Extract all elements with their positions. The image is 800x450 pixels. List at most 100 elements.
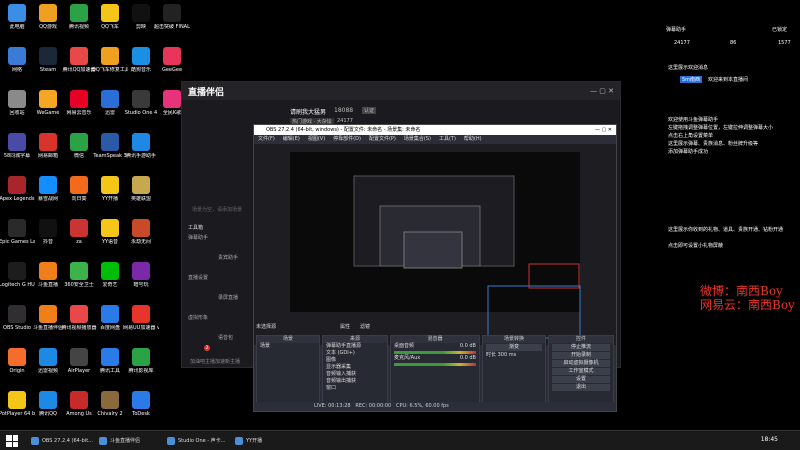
app-icon bbox=[8, 262, 26, 280]
app-icon bbox=[8, 133, 26, 151]
tool-item[interactable]: 虚拟形象 bbox=[188, 314, 252, 321]
source-item[interactable]: 窗口 bbox=[323, 385, 387, 392]
obs-window-controls[interactable]: — ▢ ✕ bbox=[595, 125, 612, 135]
zhibo-logo: 直播伴侣 bbox=[188, 87, 225, 98]
obs-menu-item[interactable]: 工具(T) bbox=[439, 136, 456, 142]
desktop-icon[interactable]: 腾讯手游助手 bbox=[123, 131, 159, 169]
app-icon bbox=[39, 90, 57, 108]
obs-menu-item[interactable]: 配置文件(P) bbox=[369, 136, 396, 142]
welcome-text: 欢迎来到本直播间 bbox=[708, 77, 749, 83]
app-icon bbox=[163, 4, 181, 22]
control-button[interactable]: 开始录制 bbox=[552, 352, 610, 359]
source-item[interactable]: 显示器采集 bbox=[323, 364, 387, 371]
obs-menubar: 文件(F) 编辑(E) 视图(V) 停靠部件(D) 配置文件(P) 场景集合(S) 工具(T… bbox=[254, 135, 616, 144]
app-icon bbox=[39, 47, 57, 65]
gift-hint-2: 点击即可设置小礼物屏蔽 bbox=[668, 243, 724, 249]
control-button[interactable]: 退出 bbox=[552, 384, 610, 391]
stat-a: 24177 bbox=[674, 40, 690, 46]
app-icon bbox=[39, 219, 57, 237]
netease-watermark: 网易云：南西Boy bbox=[700, 298, 795, 312]
props-button[interactable]: 属性 bbox=[340, 323, 350, 330]
status-rec: REC: 00:00:00 bbox=[355, 403, 392, 409]
desktop-icon[interactable]: GeeGee bbox=[154, 45, 190, 83]
desktop-icon[interactable]: 网易UU加速器 v3.2.0 bbox=[123, 303, 159, 341]
mixer-track-desktop: 桌面音频 0.0 dB bbox=[394, 343, 476, 349]
room-title[interactable]: 请刷我大猛男 bbox=[290, 107, 326, 116]
app-icon bbox=[132, 219, 150, 237]
source-item[interactable]: 音频输入捕获 bbox=[323, 371, 387, 378]
tip-4: 这里展示弹幕、贵族消息、粉丝牌升级等 bbox=[668, 141, 759, 147]
app-icon bbox=[132, 391, 150, 409]
obs-preview[interactable] bbox=[254, 144, 616, 345]
filters-button[interactable]: 滤镜 bbox=[360, 323, 370, 330]
app-icon bbox=[70, 4, 88, 22]
control-button[interactable]: 停止推流 bbox=[552, 344, 610, 351]
source-item[interactable]: 弹幕助手直播源 bbox=[323, 343, 387, 350]
tool-item[interactable]: 直播设置 bbox=[188, 274, 252, 281]
taskbar-app[interactable]: OBS 27.2.4 (64-bit... bbox=[28, 434, 93, 448]
obs-menu-item[interactable]: 编辑(E) bbox=[283, 136, 300, 142]
desktop-icon[interactable]: 暗号玩 bbox=[123, 260, 159, 298]
transition-mode-select[interactable]: 渐变 bbox=[486, 344, 542, 351]
desktop-icon[interactable]: 腾讯影视库 bbox=[123, 346, 159, 384]
scene-item[interactable]: 场景 bbox=[257, 343, 319, 350]
danmu-header: 弹幕助手 bbox=[666, 27, 687, 33]
taskbar-app[interactable]: 斗鱼直播伴侣 bbox=[96, 434, 140, 448]
taskbar-app[interactable]: YY开播 bbox=[232, 434, 262, 448]
room-id: 18088 bbox=[334, 107, 354, 114]
obs-menu-item[interactable]: 帮助(H) bbox=[464, 136, 482, 142]
desktop-icon[interactable]: 超击突破 FINAL BETA bbox=[154, 2, 190, 40]
transition-duration[interactable]: 时长 300 ms bbox=[483, 352, 545, 359]
control-button[interactable]: 启动虚拟摄像机 bbox=[552, 360, 610, 367]
clock[interactable]: 18:45 bbox=[761, 436, 778, 443]
desktop-icon[interactable]: ToDesk bbox=[123, 389, 159, 427]
tip-2: 左键拖拽调整弹幕位置，左键拉伸调整弹幕大小 bbox=[668, 125, 774, 131]
source-item[interactable]: 音频输出捕获 bbox=[323, 378, 387, 385]
obs-menu-item[interactable]: 场景集合(S) bbox=[404, 136, 431, 142]
source-item[interactable]: 图像 bbox=[323, 357, 387, 364]
desktop-icon-label: 超击突破 FINAL BETA bbox=[154, 24, 190, 30]
welcome-hint: 这里展示欢迎消息 bbox=[668, 65, 709, 71]
app-icon bbox=[8, 391, 26, 409]
desktop-icon-label: 网易UU加速器 v3.2.0 bbox=[123, 325, 159, 331]
source-item[interactable]: 文本 (GDI+) bbox=[323, 350, 387, 357]
center-hint: 场景为空，请添加场景 bbox=[192, 207, 243, 213]
tool-item[interactable]: 弹幕助手 bbox=[188, 234, 252, 241]
obs-menu-item[interactable]: 停靠部件(D) bbox=[333, 136, 361, 142]
promo-text[interactable]: 加油吧主播加速新主播 bbox=[190, 358, 240, 365]
app-icon bbox=[101, 176, 119, 194]
app-icon bbox=[101, 133, 119, 151]
app-icon bbox=[39, 176, 57, 194]
app-icon bbox=[132, 305, 150, 323]
app-icon bbox=[39, 391, 57, 409]
stat-c: 1577 bbox=[778, 40, 791, 46]
desktop-icon-label: 英雄联盟 bbox=[130, 196, 151, 202]
taskbar-app[interactable]: Studio One - 声卡... bbox=[164, 434, 225, 448]
danmu-pinned[interactable]: 已锁定 bbox=[772, 26, 787, 33]
mixer-dock-title: 混音器 bbox=[391, 336, 479, 343]
notification-badge: 2 bbox=[204, 345, 210, 351]
gift-hint-1: 这里展示你收到的礼物、道具、贵族开通、钻粉开通 bbox=[668, 227, 784, 233]
mixer-dock: 混音器 桌面音频 0.0 dB 麦克风/Aux 0.0 dB bbox=[390, 335, 480, 403]
desktop-icon[interactable]: 英雄联盟 bbox=[123, 174, 159, 212]
app-icon bbox=[101, 348, 119, 366]
obs-menu-item[interactable]: 文件(F) bbox=[258, 136, 275, 142]
mixer-meter-mic[interactable] bbox=[394, 363, 476, 366]
app-icon bbox=[8, 90, 26, 108]
desktop-icon[interactable]: 永劫无间 bbox=[123, 217, 159, 255]
control-button[interactable]: 设置 bbox=[552, 376, 610, 383]
mixer-meter-desktop[interactable] bbox=[394, 351, 476, 354]
obs-menu-item[interactable]: 视图(V) bbox=[308, 136, 325, 142]
window-controls[interactable]: — ▢ ✕ bbox=[590, 87, 614, 95]
start-icon[interactable] bbox=[6, 435, 18, 447]
control-button[interactable]: 工作室模式 bbox=[552, 368, 610, 375]
app-icon bbox=[70, 176, 88, 194]
app-icon bbox=[39, 348, 57, 366]
zhibo-titlebar: 直播伴侣 — ▢ ✕ bbox=[182, 82, 620, 100]
app-icon bbox=[70, 47, 88, 65]
desktop: 此电脑QQ游戏腾讯视频QQ飞车剪映超击突破 FINAL BETA网络Steam腾… bbox=[0, 0, 800, 450]
app-icon bbox=[101, 391, 119, 409]
app-icon bbox=[163, 47, 181, 65]
app-icon bbox=[70, 219, 88, 237]
app-icon bbox=[132, 90, 150, 108]
